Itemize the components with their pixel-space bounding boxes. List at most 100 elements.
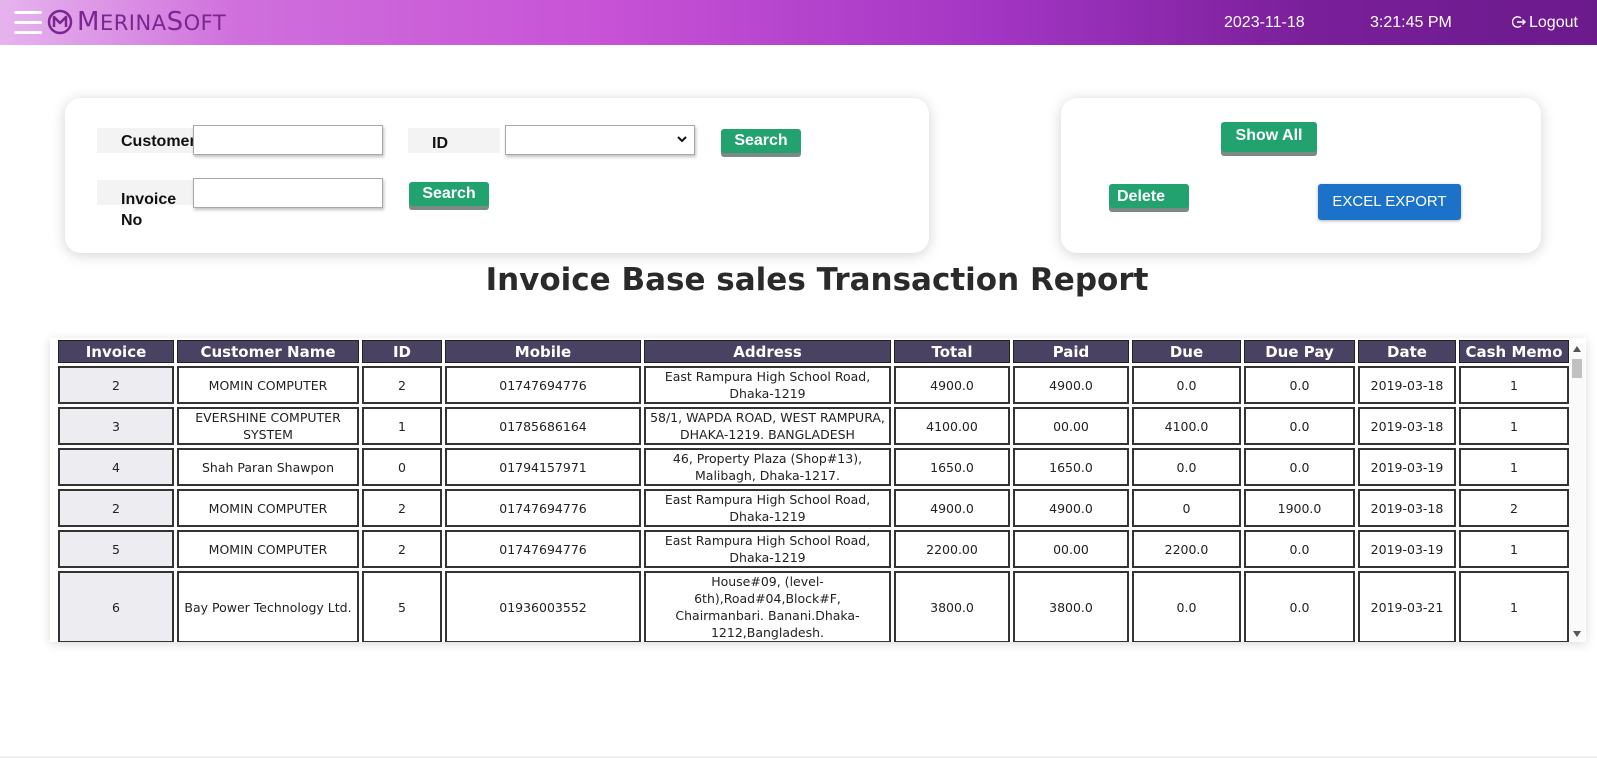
id-label: ID: [408, 128, 500, 153]
table-cell: 2200.00: [894, 530, 1010, 568]
scroll-up-icon[interactable]: [1573, 346, 1581, 352]
table-cell: 2019-03-19: [1358, 448, 1456, 486]
table-cell: 5: [58, 530, 174, 568]
table-cell: 2200.0: [1132, 530, 1241, 568]
table-cell: 1900.0: [1244, 489, 1355, 527]
scroll-thumb[interactable]: [1572, 359, 1582, 378]
table-cell: 2019-03-18: [1358, 489, 1456, 527]
table-cell: 58/1, WAPDA ROAD, WEST RAMPURA, DHAKA-12…: [644, 407, 891, 445]
column-header: Invoice: [58, 340, 174, 363]
actions-panel: Show All Delete EXCEL EXPORT: [1061, 98, 1541, 253]
current-date: 2023-11-18: [1224, 14, 1305, 31]
table-cell: 3: [58, 407, 174, 445]
table-cell: 0.0: [1244, 571, 1355, 642]
table-cell: Bay Power Technology Ltd.: [177, 571, 359, 642]
table-cell: 1: [1459, 571, 1569, 642]
hamburger-menu-icon[interactable]: [14, 11, 42, 35]
table-cell: 00.00: [1013, 407, 1129, 445]
table-cell: 1650.0: [1013, 448, 1129, 486]
table-cell: 0.0: [1244, 448, 1355, 486]
table-cell: 2: [362, 530, 442, 568]
search-filter-panel: Customer ID Search Invoice No Search: [65, 98, 929, 253]
column-header: Paid: [1013, 340, 1129, 363]
table-cell: 2: [362, 366, 442, 404]
table-cell: 0.0: [1132, 366, 1241, 404]
scroll-down-icon[interactable]: [1573, 631, 1581, 637]
table-row[interactable]: 4 Shah Paran Shawpon 0 01794157971 46, Prope…: [58, 448, 1569, 486]
invoice-no-input[interactable]: [193, 178, 383, 208]
column-header: Address: [644, 340, 891, 363]
logout-icon: [1511, 16, 1526, 28]
top-navbar: MERINASOFT 2023-11-18 3:21:45 PM Logout: [0, 0, 1597, 45]
table-cell: 01785686164: [445, 407, 641, 445]
logout-link[interactable]: Logout: [1511, 0, 1578, 45]
column-header: Cash Memo: [1459, 340, 1569, 363]
table-cell: MOMIN COMPUTER: [177, 530, 359, 568]
column-header: Mobile: [445, 340, 641, 363]
table-cell: 01794157971: [445, 448, 641, 486]
table-cell: 1: [1459, 407, 1569, 445]
table-cell: EVERSHINE COMPUTER SYSTEM: [177, 407, 359, 445]
delete-button[interactable]: Delete: [1109, 184, 1189, 208]
table-scrollbar[interactable]: [1569, 343, 1585, 642]
column-header: Customer Name: [177, 340, 359, 363]
table-row[interactable]: 3 EVERSHINE COMPUTER SYSTEM 1 01785686164 58…: [58, 407, 1569, 445]
table-cell: 1: [362, 407, 442, 445]
table-cell: 2: [362, 489, 442, 527]
table-cell: 2: [58, 489, 174, 527]
table-cell: 01747694776: [445, 489, 641, 527]
table-header-row: Invoice Customer Name ID Mobile Address Total…: [58, 340, 1569, 363]
table-cell: 0.0: [1132, 448, 1241, 486]
table-row[interactable]: 2 MOMIN COMPUTER 2 01747694776 East Rampura …: [58, 489, 1569, 527]
table-row[interactable]: 2 MOMIN COMPUTER 2 01747694776 East Rampura …: [58, 366, 1569, 404]
table-cell: 3800.0: [894, 571, 1010, 642]
table-cell: 46, Property Plaza (Shop#13), Malibagh, …: [644, 448, 891, 486]
table-cell: 1: [1459, 448, 1569, 486]
table-cell: 0.0: [1244, 366, 1355, 404]
table-cell: 5: [362, 571, 442, 642]
column-header: Total: [894, 340, 1010, 363]
table-cell: 01747694776: [445, 530, 641, 568]
customer-input[interactable]: [193, 125, 383, 155]
table-cell: 4100.00: [894, 407, 1010, 445]
brand-name: MERINASOFT: [77, 7, 227, 37]
id-select[interactable]: [505, 125, 695, 155]
customer-label: Customer: [97, 128, 196, 153]
invoice-search-button[interactable]: Search: [409, 182, 489, 206]
table-cell: 0.0: [1132, 571, 1241, 642]
table-cell: Shah Paran Shawpon: [177, 448, 359, 486]
table-body: 2 MOMIN COMPUTER 2 01747694776 East Rampura …: [58, 366, 1569, 642]
column-header: Date: [1358, 340, 1456, 363]
table-cell: 0: [1132, 489, 1241, 527]
table-cell: East Rampura High School Road, Dhaka-121…: [644, 530, 891, 568]
show-all-button[interactable]: Show All: [1221, 122, 1317, 152]
table-cell: 0.0: [1244, 407, 1355, 445]
table-cell: 2: [58, 366, 174, 404]
table-cell: 3800.0: [1013, 571, 1129, 642]
invoice-no-label: Invoice No: [97, 180, 193, 229]
table-cell: 1: [1459, 530, 1569, 568]
table-row[interactable]: 6 Bay Power Technology Ltd. 5 01936003552 Ho…: [58, 571, 1569, 642]
table-cell: 4900.0: [1013, 366, 1129, 404]
excel-export-button[interactable]: EXCEL EXPORT: [1318, 184, 1461, 220]
table-cell: 4900.0: [894, 489, 1010, 527]
customer-search-button[interactable]: Search: [721, 129, 801, 153]
table-cell: 01936003552: [445, 571, 641, 642]
table-cell: 01747694776: [445, 366, 641, 404]
table-row[interactable]: 5 MOMIN COMPUTER 2 01747694776 East Rampura …: [58, 530, 1569, 568]
table-cell: 0: [362, 448, 442, 486]
table-cell: MOMIN COMPUTER: [177, 366, 359, 404]
report-table-container[interactable]: Invoice Customer Name ID Mobile Address Total…: [50, 338, 1586, 642]
table-cell: 4900.0: [894, 366, 1010, 404]
table-cell: 2: [1459, 489, 1569, 527]
table-cell: 2019-03-18: [1358, 407, 1456, 445]
table-cell: 2019-03-18: [1358, 366, 1456, 404]
sales-report-table: Invoice Customer Name ID Mobile Address Total…: [55, 338, 1572, 642]
table-cell: 4100.0: [1132, 407, 1241, 445]
table-cell: 00.00: [1013, 530, 1129, 568]
table-cell: 2019-03-21: [1358, 571, 1456, 642]
column-header: ID: [362, 340, 442, 363]
table-cell: 4: [58, 448, 174, 486]
table-cell: 1650.0: [894, 448, 1010, 486]
invoice-label-line1: Invoice: [121, 191, 177, 208]
